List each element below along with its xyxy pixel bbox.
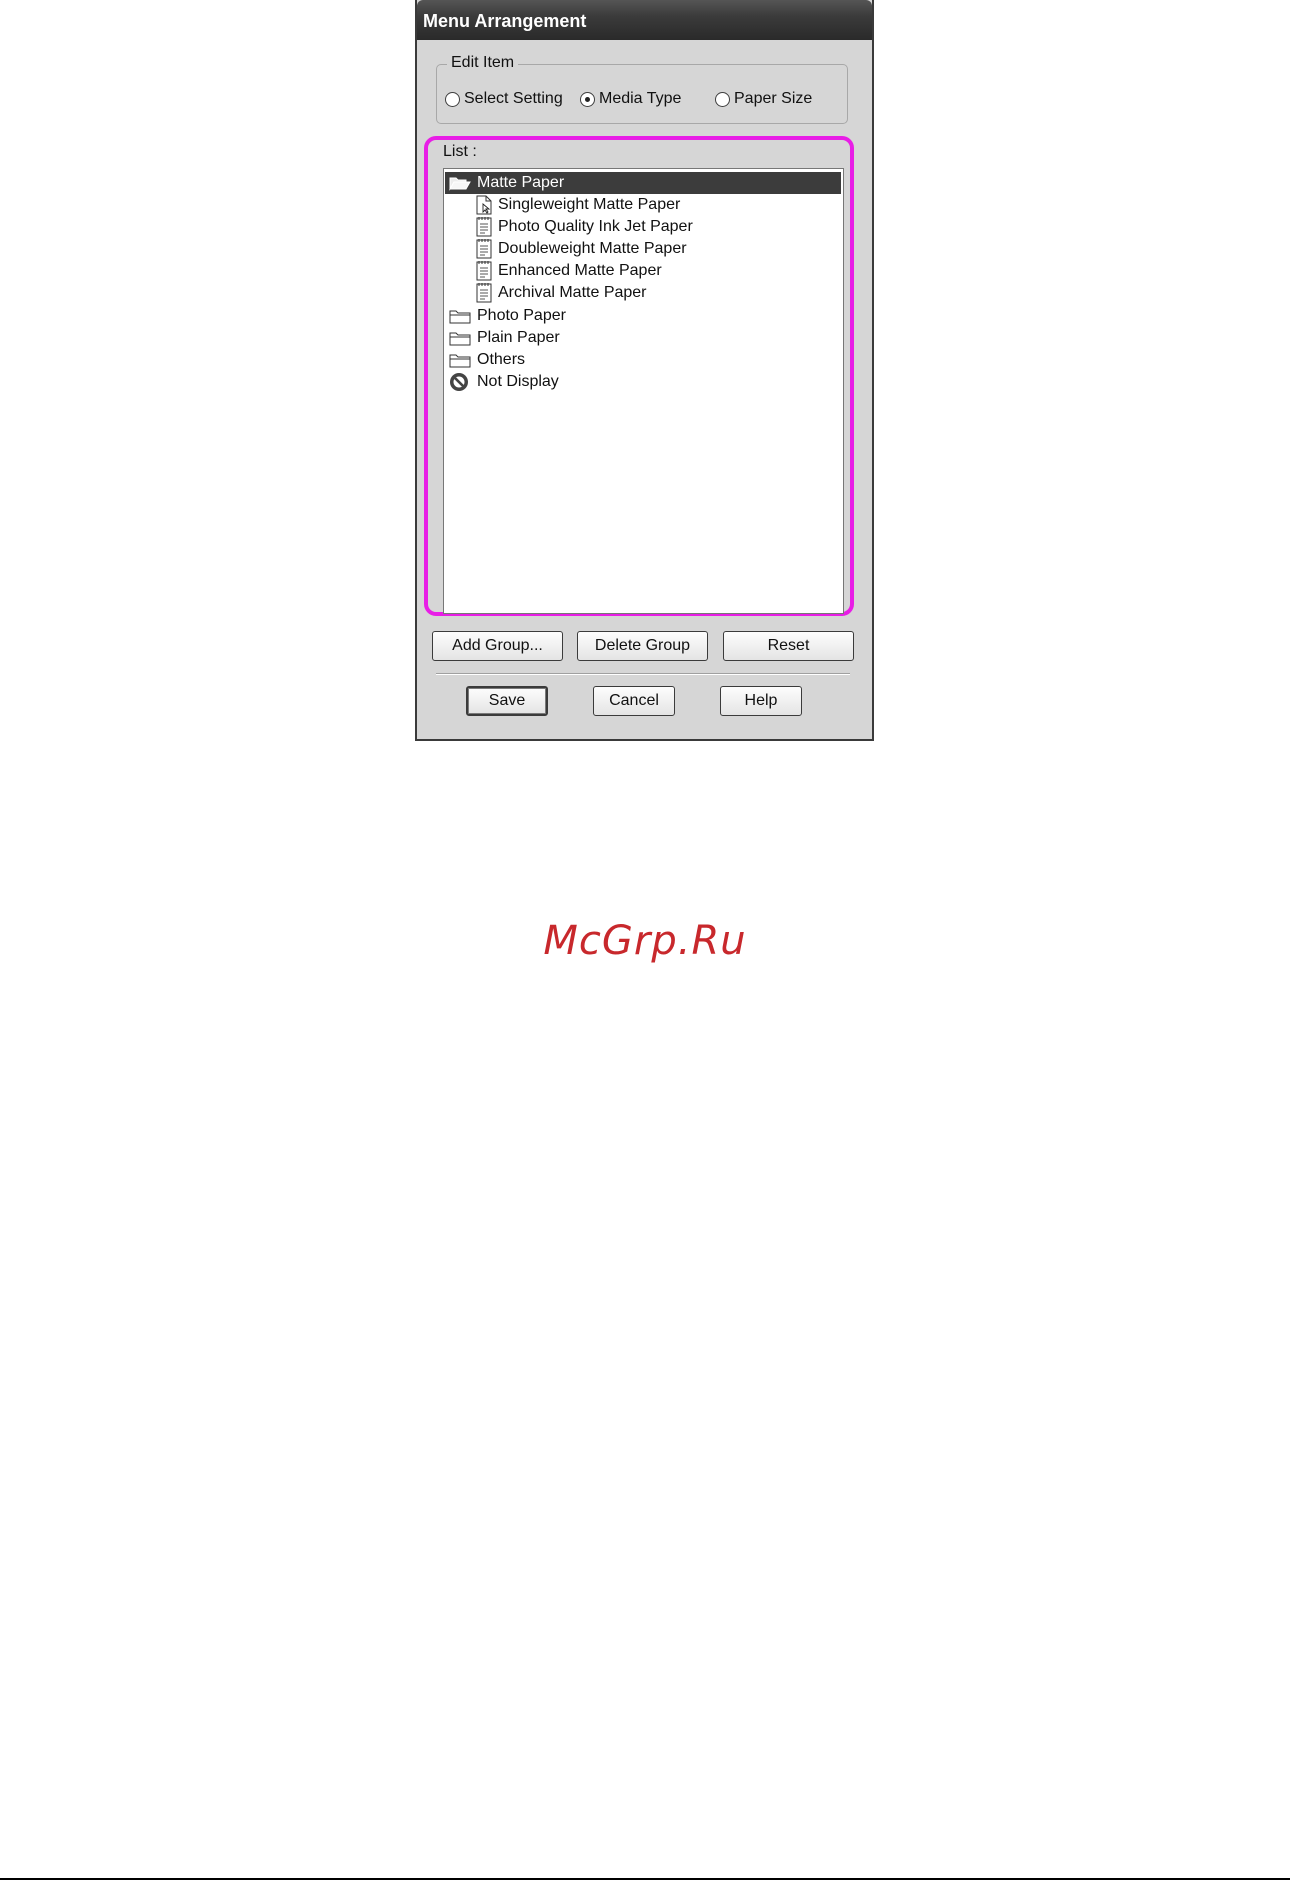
document-icon [476,239,492,259]
radio-circle-icon [715,91,730,107]
folder-icon [449,332,471,346]
edit-item-radio-group: Select Setting Media Type Paper Size [445,88,845,110]
tree-item-label: Matte Paper [477,174,565,191]
menu-arrangement-dialog: Menu Arrangement Edit Item Select Settin… [415,0,874,741]
tree-item-enhanced-matte-paper[interactable]: Enhanced Matte Paper [476,260,662,282]
radio-media-type[interactable]: Media Type [580,88,681,110]
button-separator [436,673,850,675]
tree-item-photo-quality-ink-jet-paper[interactable]: Photo Quality Ink Jet Paper [476,216,693,238]
tree-item-not-display[interactable]: Not Display [449,371,559,393]
add-group-button[interactable]: Add Group... [432,631,563,661]
tree-item-label: Others [477,351,526,368]
tree-item-matte-paper[interactable]: Matte Paper [445,172,841,194]
tree-item-others[interactable]: Others [449,349,525,371]
tree-item-singleweight-matte-paper[interactable]: Singleweight Matte Paper [476,194,680,216]
radio-select-setting[interactable]: Select Setting [445,88,563,110]
tree-item-label: Singleweight Matte Paper [498,196,681,213]
radio-paper-size[interactable]: Paper Size [715,88,812,110]
tree-item-label: Doubleweight Matte Paper [498,240,687,257]
tree-item-photo-paper[interactable]: Photo Paper [449,305,566,327]
document-icon [476,261,492,281]
delete-group-button[interactable]: Delete Group [577,631,708,661]
list-label: List : [443,143,477,160]
tree-item-label: Enhanced Matte Paper [498,262,662,279]
tree-item-doubleweight-matte-paper[interactable]: Doubleweight Matte Paper [476,238,687,260]
tree-item-label: Archival Matte Paper [498,284,647,301]
document-cursor-icon [476,195,492,215]
document-icon [476,283,492,303]
radio-circle-icon [445,91,460,107]
tree-item-label: Plain Paper [477,329,560,346]
edit-item-label: Edit Item [447,54,519,72]
tree-item-label: Photo Paper [477,307,566,324]
radio-label: Paper Size [734,90,813,107]
radio-circle-checked-icon [580,91,595,107]
edit-item-groupbox: Edit Item Select Setting Media Type Pape… [436,54,848,124]
tree-item-plain-paper[interactable]: Plain Paper [449,327,560,349]
radio-label: Media Type [599,90,682,107]
no-display-icon [450,373,468,391]
window-title: Menu Arrangement [417,0,872,40]
folder-icon [449,310,471,324]
reset-button[interactable]: Reset [723,631,854,661]
page-bottom-rule [0,1878,1290,1880]
folder-icon [449,354,471,368]
tree-item-label: Not Display [477,373,559,390]
tree-item-archival-matte-paper[interactable]: Archival Matte Paper [476,282,647,304]
media-type-tree[interactable]: Matte Paper Singleweight Matte Paper Pho… [443,168,844,614]
help-button[interactable]: Help [720,686,802,716]
folder-open-icon [449,177,471,191]
tree-item-label: Photo Quality Ink Jet Paper [498,218,693,235]
watermark-text: McGrp.Ru [543,918,747,964]
document-icon [476,217,492,237]
save-button[interactable]: Save [466,686,548,716]
cancel-button[interactable]: Cancel [593,686,675,716]
radio-label: Select Setting [464,90,563,107]
